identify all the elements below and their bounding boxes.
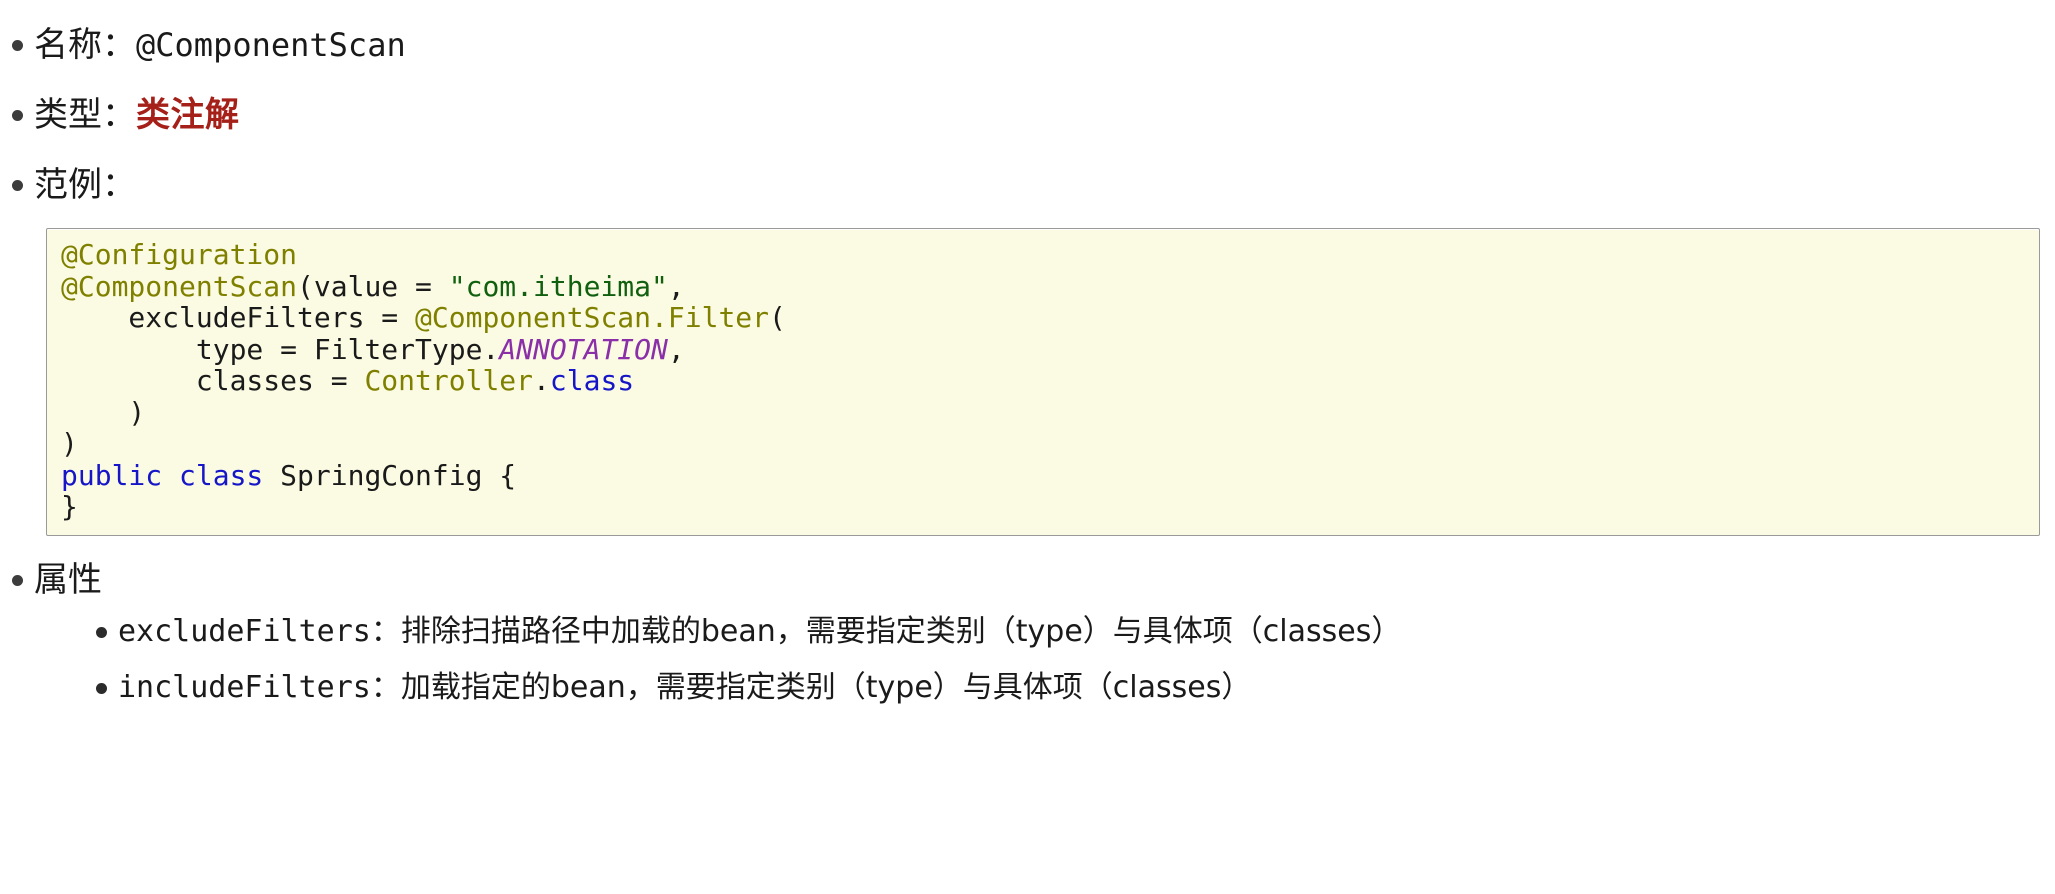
code-token: , xyxy=(667,269,685,303)
bullet-icon xyxy=(96,682,107,694)
code-token: (value = xyxy=(297,269,449,303)
code-token: ) xyxy=(61,395,146,429)
attribute-separator: ： xyxy=(370,613,401,649)
code-token: excludeFilters = xyxy=(61,301,416,334)
code-token: classes = xyxy=(61,364,365,397)
bullet-icon xyxy=(96,626,107,638)
list-item-name: 名称：@ComponentScan xyxy=(0,14,2055,76)
attributes-list: excludeFilters：排除扫描路径中加载的bean，需要指定类别（typ… xyxy=(0,604,2055,716)
attributes-section: 属性 excludeFilters：排除扫描路径中加载的bean，需要指定类别（… xyxy=(0,556,2055,716)
code-sample-block: @Configuration @ComponentScan(value = "c… xyxy=(46,228,2040,536)
bullet-icon xyxy=(12,574,23,586)
attributes-heading: 属性 xyxy=(0,556,2055,604)
code-token: @ComponentScan.Filter xyxy=(415,301,770,334)
attributes-heading-label: 属性 xyxy=(34,559,102,600)
list-item-excludefilters: excludeFilters：排除扫描路径中加载的bean，需要指定类别（typ… xyxy=(0,604,2055,660)
document-page: 名称：@ComponentScan 类型：类注解 范例： @Configurat… xyxy=(0,14,2055,894)
attribute-description: 加载指定的bean，需要指定类别（type）与具体项（classes） xyxy=(400,669,1252,705)
type-label: 类型： xyxy=(34,95,136,135)
name-label: 名称： xyxy=(34,25,136,65)
code-token: type = FilterType. xyxy=(61,332,500,366)
name-value: @ComponentScan xyxy=(136,26,406,64)
attribute-name: excludeFilters xyxy=(118,613,371,649)
code-token: , xyxy=(667,332,685,366)
code-token: } xyxy=(61,490,78,523)
code-token: SpringConfig { xyxy=(263,458,517,492)
type-value: 类注解 xyxy=(136,95,240,135)
list-item-type: 类型：类注解 xyxy=(0,84,2055,146)
code-token: @Configuration xyxy=(61,238,298,271)
code-token: ) xyxy=(61,427,78,460)
bullet-icon xyxy=(12,110,23,121)
bullet-icon xyxy=(12,40,23,51)
list-item-includefilters: includeFilters：加载指定的bean，需要指定类别（type）与具体… xyxy=(0,660,2055,716)
code-sample-text: @Configuration @ComponentScan(value = "c… xyxy=(61,239,2025,523)
code-token: "com.itheima" xyxy=(448,269,668,303)
code-token: ( xyxy=(769,301,786,334)
code-token: public class xyxy=(61,458,264,492)
sample-label: 范例： xyxy=(34,165,136,205)
list-item-sample: 范例： xyxy=(0,154,2055,216)
attribute-name: includeFilters xyxy=(118,669,371,705)
attribute-description: 排除扫描路径中加载的bean，需要指定类别（type）与具体项（classes） xyxy=(400,613,1402,649)
attribute-separator: ： xyxy=(370,669,401,705)
code-token: Controller xyxy=(364,364,534,397)
bullet-icon xyxy=(12,180,23,191)
code-token: ANNOTATION xyxy=(499,332,668,366)
code-token: @ComponentScan xyxy=(61,269,298,303)
code-token: . xyxy=(533,364,550,397)
annotation-summary-list: 名称：@ComponentScan 类型：类注解 范例： xyxy=(0,14,2055,216)
code-token: class xyxy=(549,364,635,397)
